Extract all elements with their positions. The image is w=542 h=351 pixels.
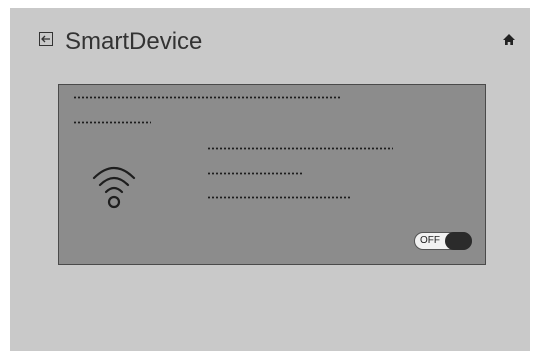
device-subtitle-placeholder: [73, 121, 151, 124]
detail-line-placeholder: [207, 147, 393, 150]
back-button[interactable]: [39, 32, 53, 46]
toggle-knob: [445, 232, 472, 250]
wifi-icon: [92, 166, 136, 209]
header-bar: SmartDevice: [10, 8, 530, 64]
home-button[interactable]: [502, 33, 516, 47]
device-name-placeholder: [73, 96, 341, 99]
toggle-label: OFF: [420, 235, 440, 246]
device-screen: SmartDevice OFF: [10, 8, 530, 351]
home-icon: [503, 34, 515, 45]
power-toggle[interactable]: OFF: [414, 232, 472, 250]
device-card: OFF: [58, 84, 486, 265]
back-arrow-icon: [41, 35, 50, 43]
page-title: SmartDevice: [65, 28, 203, 55]
detail-line-placeholder: [207, 172, 303, 175]
detail-line-placeholder: [207, 196, 351, 199]
